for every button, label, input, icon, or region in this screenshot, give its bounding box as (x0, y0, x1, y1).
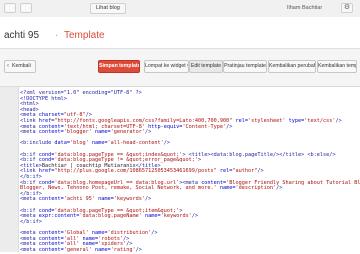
blog-name[interactable]: achti 95 (4, 30, 39, 41)
breadcrumb-separator: · (55, 30, 59, 41)
page-title: Template (64, 30, 105, 41)
back-button[interactable]: ‹ Kembali (4, 60, 36, 73)
edit-template-tab[interactable]: Edit template (189, 60, 223, 73)
revert-changes-button[interactable]: Kembalikan perubahan (268, 60, 316, 73)
line-number-gutter (0, 87, 19, 252)
back-button-label: Kembali (12, 63, 31, 69)
page-header (0, 17, 360, 49)
view-blog-button[interactable]: Lihat blog (90, 3, 126, 14)
blog-switcher-button[interactable] (20, 3, 32, 13)
user-name[interactable]: Ilham Bachtiar (287, 5, 322, 11)
menu-button[interactable] (4, 3, 16, 13)
restore-template-button[interactable]: Kembalikan templat (317, 60, 357, 73)
gear-icon[interactable]: ⚙ (341, 3, 353, 13)
jump-to-widget-label: Lompat ke widget (145, 63, 186, 69)
preview-template-tab[interactable]: Pratinjau template (223, 60, 267, 73)
code-line[interactable]: <meta content='general' name='rating'/> (20, 247, 360, 254)
jump-to-widget-dropdown[interactable]: Lompat ke widget ▾ (144, 60, 189, 73)
save-template-button[interactable]: Simpan template (98, 60, 140, 73)
back-arrow-icon: ‹ (7, 63, 9, 69)
